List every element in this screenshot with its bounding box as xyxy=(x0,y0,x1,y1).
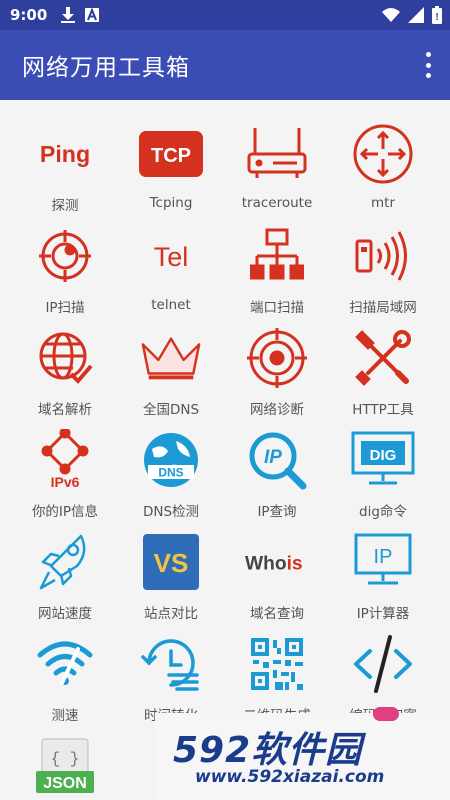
tool-label: DNS检测 xyxy=(142,504,200,520)
svg-text:VS: VS xyxy=(154,548,189,578)
tool-your-ip[interactable]: IPv6 你的IP信息 xyxy=(12,418,118,520)
tool-label: 全国DNS xyxy=(142,402,200,418)
tool-http[interactable]: HTTP工具 xyxy=(330,316,436,418)
watermark-overlay: 592软件园 www.592xiazai.com xyxy=(155,707,450,800)
tool-national-dns[interactable]: 全国DNS xyxy=(118,316,224,418)
tool-qr-generate[interactable]: 二维码生成 xyxy=(224,622,330,724)
battery-icon: ! xyxy=(432,6,442,24)
tool-label: 你的IP信息 xyxy=(31,504,99,520)
tool-speedtest[interactable]: 测速 xyxy=(12,622,118,724)
rocket-icon xyxy=(33,530,97,593)
tool-label: 网络诊断 xyxy=(250,402,304,418)
app-title: 网络万用工具箱 xyxy=(22,55,190,81)
tool-label: telnet xyxy=(151,297,191,313)
tool-tcping[interactable]: TCP Tcping xyxy=(118,112,224,214)
ping-icon: Ping xyxy=(33,122,97,185)
target-icon xyxy=(245,326,309,389)
tool-time-convert[interactable]: 时间转化 xyxy=(118,622,224,724)
json-icon: { } JSON xyxy=(33,734,97,798)
svg-text:Ping: Ping xyxy=(40,141,90,167)
watermark-url: www.592xiazai.com xyxy=(195,767,385,787)
qr-code-icon xyxy=(245,632,309,695)
globe-check-icon xyxy=(33,326,97,389)
wifi-icon xyxy=(382,8,400,22)
tool-net-diagnose[interactable]: 网络诊断 xyxy=(224,316,330,418)
tool-label: IP计算器 xyxy=(356,606,410,622)
tool-json[interactable]: { } JSON xyxy=(12,724,118,800)
tool-port-scan[interactable]: 端口扫描 xyxy=(224,214,330,316)
svg-text:IPv6: IPv6 xyxy=(51,474,80,490)
tool-label: 网站速度 xyxy=(38,606,92,622)
wireless-scan-icon xyxy=(351,224,415,287)
clock-history-icon xyxy=(139,632,203,695)
tool-label: mtr xyxy=(371,195,395,211)
tool-label: 端口扫描 xyxy=(250,300,304,316)
tool-label: 探测 xyxy=(51,198,79,214)
svg-text:{ }: { } xyxy=(51,750,80,768)
tool-label: 域名查询 xyxy=(250,606,304,622)
tool-dns-check[interactable]: DNS DNS检测 xyxy=(118,418,224,520)
svg-text:!: ! xyxy=(435,12,438,23)
ipv6-icon: IPv6 xyxy=(33,428,97,491)
tool-ip-scan[interactable]: IP扫描 xyxy=(12,214,118,316)
status-time: 9:00 xyxy=(10,6,48,24)
tool-label: 站点对比 xyxy=(144,606,198,622)
tool-label: Tcping xyxy=(149,195,193,211)
app-screen: 9:00 ! 网络万用工具箱 Ping 探测 TCP Tcping tracer… xyxy=(0,0,450,800)
tool-label: 扫描局域网 xyxy=(349,300,417,316)
tool-ping[interactable]: Ping 探测 xyxy=(12,112,118,215)
ip-radar-icon xyxy=(33,224,97,287)
svg-text:DNS: DNS xyxy=(158,465,183,479)
a-badge-icon xyxy=(85,8,100,22)
ip-monitor-icon: IP xyxy=(351,530,415,593)
tool-label: HTTP工具 xyxy=(352,402,414,418)
code-icon xyxy=(351,632,415,695)
tool-ip-query[interactable]: IP IP查询 xyxy=(224,418,330,520)
wifi-speed-icon xyxy=(33,632,97,695)
more-vert-icon[interactable] xyxy=(420,52,436,78)
tools-icon xyxy=(351,326,415,389)
tool-label: IP查询 xyxy=(257,504,297,520)
tool-label: 测速 xyxy=(51,708,79,724)
tool-whois[interactable]: Whois 域名查询 xyxy=(224,520,330,622)
watermark-logo-text: 592软件园 xyxy=(173,730,363,771)
vs-icon: VS xyxy=(139,530,203,593)
tool-ip-calc[interactable]: IP IP计算器 xyxy=(330,520,436,622)
tool-site-speed[interactable]: 网站速度 xyxy=(12,520,118,622)
svg-text:TCP: TCP xyxy=(151,145,191,167)
svg-text:Whois: Whois xyxy=(245,553,303,574)
dns-globe-icon: DNS xyxy=(139,428,203,491)
tool-mtr[interactable]: mtr xyxy=(330,112,436,214)
tool-label: traceroute xyxy=(241,195,313,211)
tool-label: 域名解析 xyxy=(38,402,92,418)
mtr-router-icon xyxy=(351,122,415,186)
network-tree-icon xyxy=(245,224,309,287)
tool-lan-scan[interactable]: 扫描局域网 xyxy=(330,214,436,316)
tool-label: IP扫描 xyxy=(45,300,85,316)
watermark-accent xyxy=(373,707,399,721)
status-bar: 9:00 ! xyxy=(0,0,450,30)
download-icon xyxy=(61,7,76,23)
svg-text:IP: IP xyxy=(374,546,393,568)
svg-text:IP: IP xyxy=(264,447,282,468)
svg-text:JSON: JSON xyxy=(43,775,87,792)
tool-domain-resolve[interactable]: 域名解析 xyxy=(12,316,118,418)
ip-search-icon: IP xyxy=(245,428,309,491)
tool-dig[interactable]: DIG dig命令 xyxy=(330,418,436,520)
tel-icon: Tel xyxy=(139,224,203,288)
tool-label: dig命令 xyxy=(359,504,407,520)
tool-telnet[interactable]: Tel telnet xyxy=(118,214,224,316)
tool-traceroute[interactable]: traceroute xyxy=(224,112,330,214)
dig-monitor-icon: DIG xyxy=(351,428,415,491)
svg-text:Tel: Tel xyxy=(154,242,189,272)
tool-site-compare[interactable]: VS 站点对比 xyxy=(118,520,224,622)
crown-icon xyxy=(139,326,203,389)
svg-text:DIG: DIG xyxy=(370,447,397,464)
tcp-icon: TCP xyxy=(139,122,203,186)
router-icon xyxy=(245,122,309,186)
signal-icon xyxy=(408,7,424,23)
whois-icon: Whois xyxy=(245,530,309,593)
app-bar: 网络万用工具箱 xyxy=(0,30,450,100)
